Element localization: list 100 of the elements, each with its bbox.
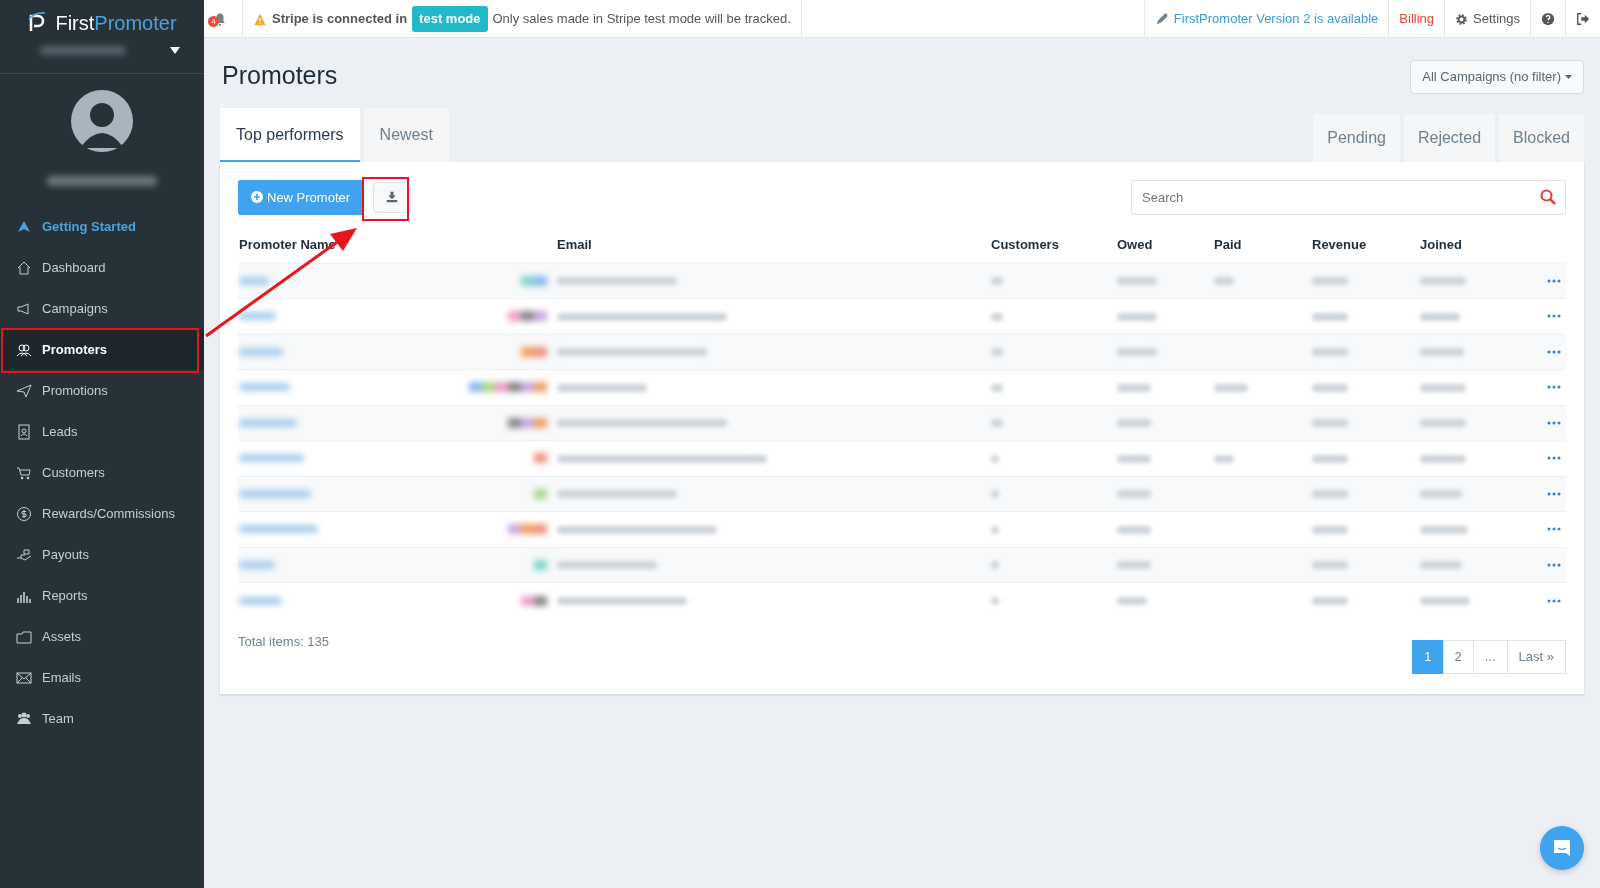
sidebar-item[interactable]: Team (0, 698, 204, 739)
sidebar-item[interactable]: Promoters (0, 329, 204, 370)
hand-icon (16, 546, 32, 563)
chat-icon (1552, 838, 1572, 858)
blurred-tags (508, 311, 547, 322)
blurred-text (1312, 525, 1348, 534)
cart-icon (16, 464, 32, 481)
blurred-text (991, 561, 999, 569)
more-icon[interactable] (1547, 420, 1561, 425)
sidebar-item[interactable]: Dashboard (0, 247, 204, 288)
paper-plane-icon (16, 382, 32, 399)
blurred-text (1420, 312, 1460, 321)
blurred-tags (534, 453, 547, 464)
more-icon[interactable] (1547, 385, 1561, 390)
dollar-icon (16, 505, 32, 522)
blurred-tags (521, 595, 547, 606)
blurred-text (1312, 383, 1348, 392)
team-icon (16, 710, 32, 727)
house-icon (16, 259, 32, 276)
sidebar-item[interactable]: Customers (0, 452, 204, 493)
more-icon[interactable] (1547, 456, 1561, 461)
blurred-text (1312, 277, 1348, 285)
more-icon[interactable] (1547, 562, 1561, 567)
sidebar-item[interactable]: Leads (0, 411, 204, 452)
page-button[interactable]: 2 (1442, 640, 1474, 674)
blurred-tags (534, 559, 547, 570)
notification-count: 4 (208, 16, 219, 27)
settings-link[interactable]: Settings (1444, 0, 1530, 38)
blurred-text (1312, 596, 1348, 605)
more-icon[interactable] (1547, 349, 1561, 354)
status-tab[interactable]: Pending (1313, 113, 1400, 162)
blurred-text (1312, 561, 1348, 569)
sidebar-item[interactable]: Emails (0, 657, 204, 698)
sidebar-item[interactable]: Reports (0, 575, 204, 616)
blurred-text (991, 525, 999, 534)
column-header: Customers (990, 227, 1116, 263)
search-field[interactable]: Search (1131, 179, 1566, 215)
download-button[interactable] (373, 181, 412, 213)
blurred-text (1420, 277, 1466, 285)
page-button[interactable]: Last » (1506, 640, 1566, 674)
more-icon[interactable] (1547, 598, 1561, 603)
blurred-text (1312, 312, 1348, 321)
chat-button[interactable] (1540, 826, 1584, 870)
blurred-text (1420, 454, 1466, 463)
tab[interactable]: Newest (363, 107, 449, 162)
alert-text: Only sales made in Stripe test mode will be tracked. (492, 10, 791, 29)
sidebar-item[interactable]: Promotions (0, 370, 204, 411)
more-icon[interactable] (1547, 527, 1561, 532)
blurred-text (1117, 490, 1151, 498)
envelope-icon (16, 669, 32, 686)
blurred-text (1117, 383, 1151, 392)
more-icon[interactable] (1547, 491, 1561, 496)
search-icon[interactable] (1540, 188, 1556, 205)
campaign-filter[interactable]: All Campaigns (no filter) (1410, 60, 1584, 94)
megaphone-icon (16, 300, 32, 317)
blurred-text (1117, 277, 1157, 285)
alert-text: Stripe is connected in (272, 10, 408, 29)
blurred-text (1420, 348, 1464, 356)
blurred-text (991, 454, 999, 463)
blurred-tags (508, 524, 547, 535)
blurred-text (991, 490, 999, 498)
warning-icon (253, 12, 267, 26)
blurred-tags (508, 417, 547, 428)
blurred-text (991, 383, 1003, 392)
blurred-text (1420, 383, 1466, 392)
sidebar-item[interactable]: Getting Started (0, 206, 204, 247)
page-button[interactable]: ... (1472, 640, 1508, 674)
highlight-frame (362, 177, 409, 221)
blurred-text (1312, 419, 1348, 427)
dropdown-icon[interactable] (170, 46, 180, 55)
blurred-text (1420, 525, 1468, 534)
sidebar-item[interactable]: Campaigns (0, 288, 204, 329)
settings-icon (1455, 12, 1468, 26)
blurred-text (991, 419, 1003, 427)
blurred-tags (534, 488, 547, 499)
logout-icon (1576, 12, 1590, 26)
more-icon[interactable] (1547, 314, 1561, 319)
billing-link[interactable]: Billing (1388, 0, 1444, 38)
status-tab[interactable]: Blocked (1499, 113, 1584, 162)
help-icon (1541, 12, 1555, 26)
blurred-text (1117, 596, 1147, 605)
column-header: Joined (1419, 227, 1531, 263)
blurred-text (1420, 596, 1470, 605)
people-icon (16, 341, 32, 358)
blurred-text (1420, 561, 1462, 569)
tab[interactable]: Top performers (220, 107, 360, 162)
blurred-text (1117, 561, 1151, 569)
sidebar-item[interactable]: Payouts (0, 534, 204, 575)
total-items: Total items: 135 (238, 633, 330, 651)
sidebar-item[interactable]: Rewards/Commissions (0, 493, 204, 534)
download-icon (386, 191, 399, 204)
column-header: Owed (1116, 227, 1213, 263)
blurred-tags (521, 275, 547, 286)
sidebar-item[interactable]: Assets (0, 616, 204, 657)
blurred-text (1312, 490, 1348, 498)
blurred-text (1117, 348, 1157, 356)
more-icon[interactable] (1547, 278, 1561, 283)
column-header: Revenue (1311, 227, 1419, 263)
blurred-text (1117, 525, 1151, 534)
status-tab[interactable]: Rejected (1403, 113, 1496, 162)
